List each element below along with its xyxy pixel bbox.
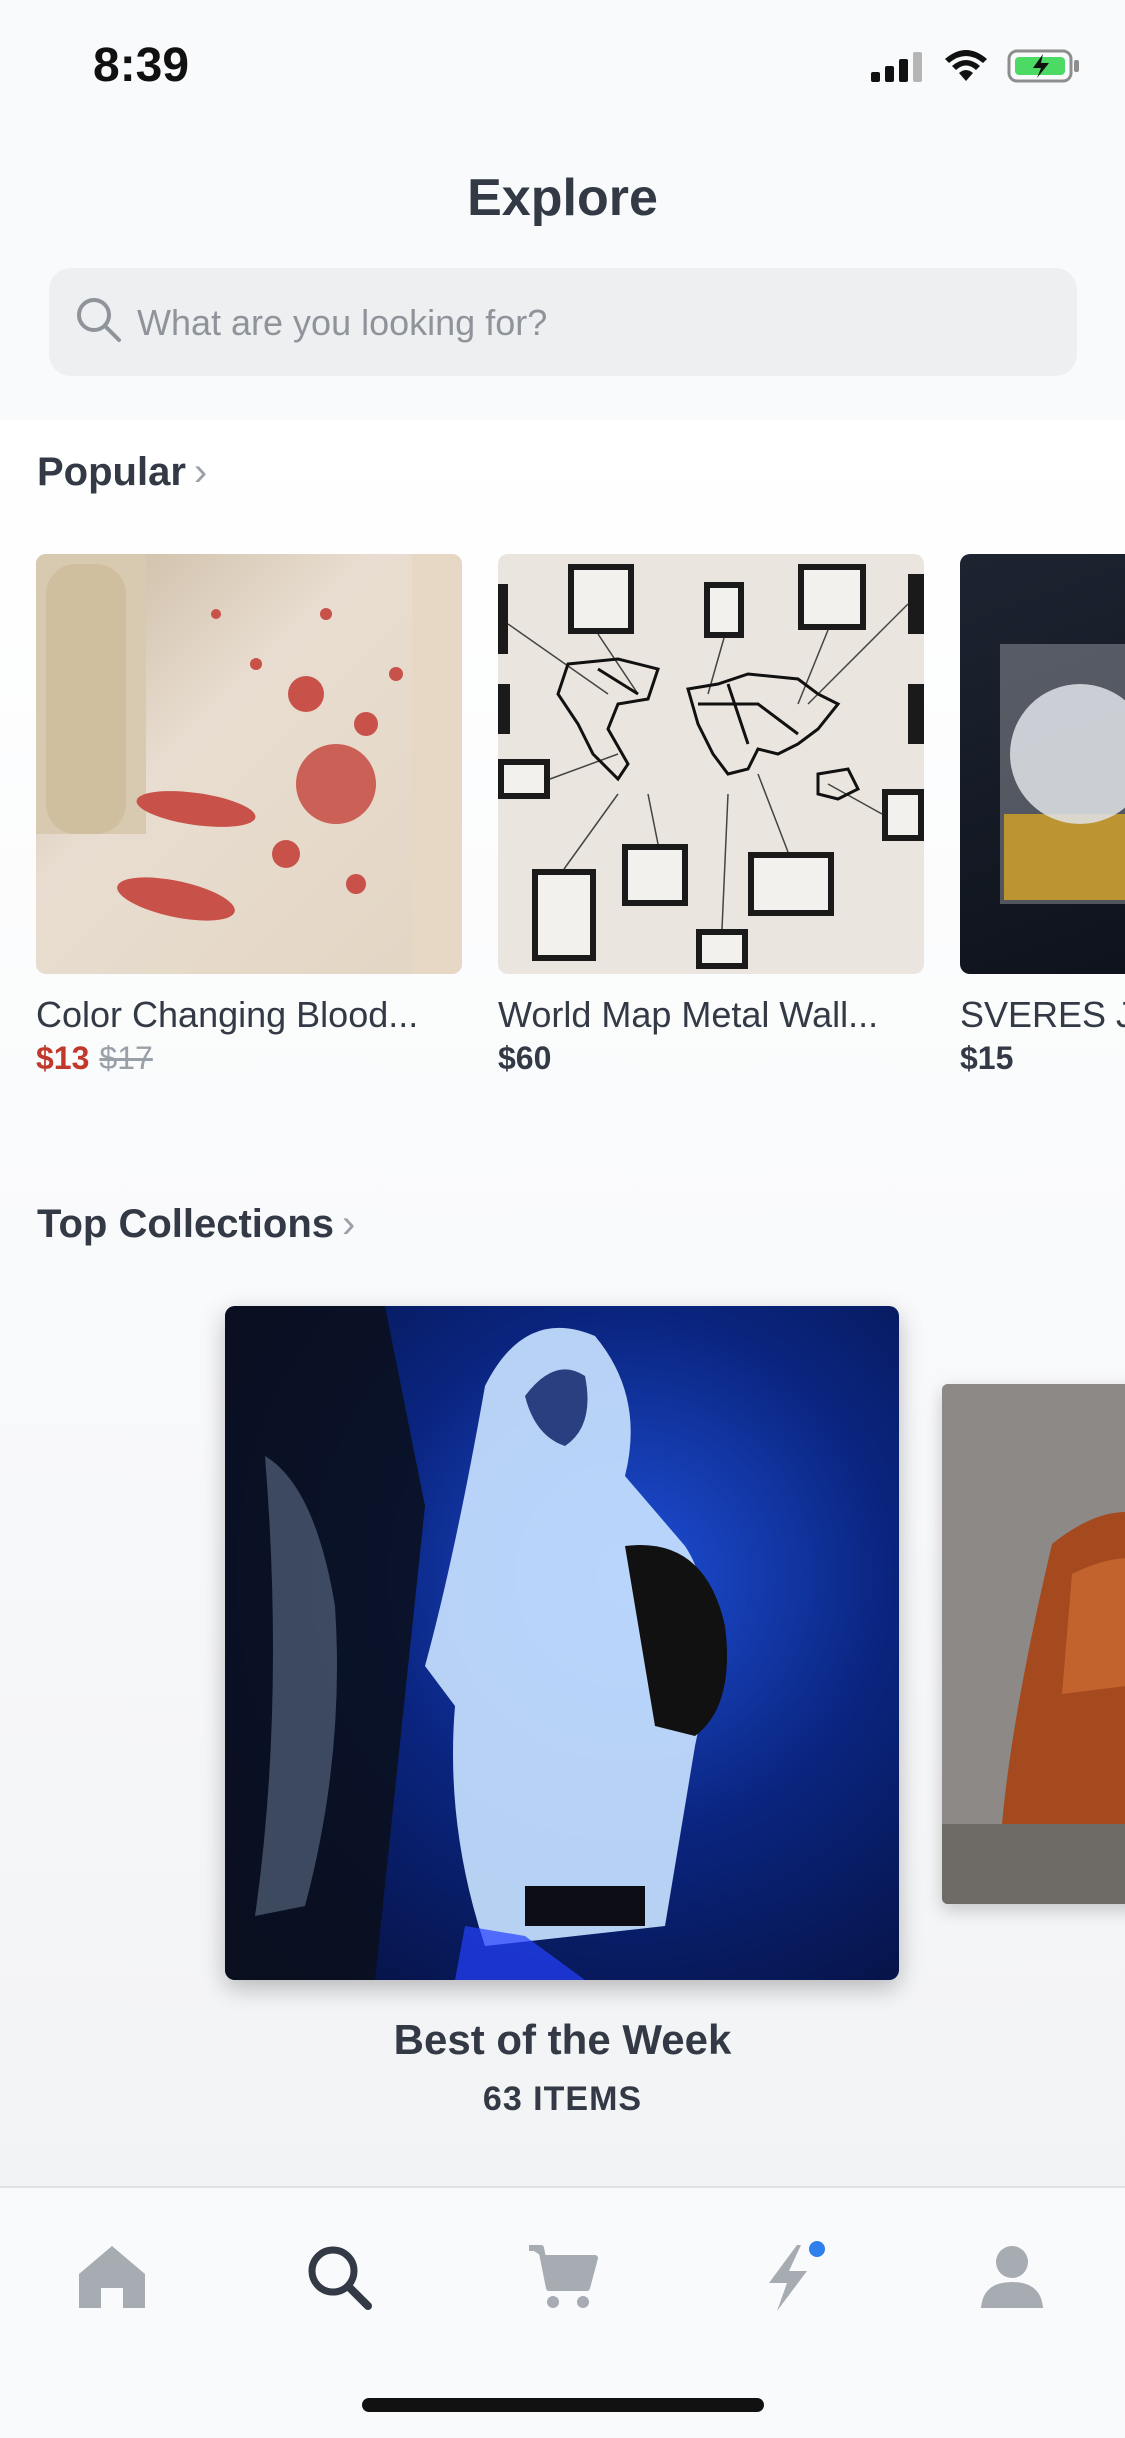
tab-search[interactable] xyxy=(294,2232,384,2322)
product-card[interactable]: Color Changing Blood... $13 $17 xyxy=(36,554,462,1077)
header: Explore xyxy=(0,132,1125,420)
original-price: $17 xyxy=(99,1040,153,1076)
wifi-icon xyxy=(945,50,987,81)
search-input[interactable] xyxy=(135,288,1039,358)
status-icons xyxy=(871,48,1081,84)
collection-item-count: 63 ITEMS xyxy=(482,2080,643,2118)
product-price: $15 xyxy=(960,1040,1014,1076)
tab-home[interactable] xyxy=(67,2232,157,2322)
status-time: 8:39 xyxy=(93,39,190,92)
signal-icon xyxy=(871,52,922,82)
collection-image-best-of-week[interactable] xyxy=(225,1306,899,1980)
product-name: Color Changing Blood... xyxy=(36,994,419,1035)
sale-price: $13 xyxy=(36,1040,90,1076)
home-indicator[interactable] xyxy=(362,2398,764,2412)
lightning-icon xyxy=(769,2241,825,2311)
home-icon xyxy=(79,2246,145,2308)
product-image-blood-bath-mat xyxy=(36,554,462,974)
search-icon xyxy=(77,298,121,342)
explore-content[interactable]: Popular › Color Changing Blood... $13 $1… xyxy=(0,420,1125,2186)
popular-title: Popular xyxy=(37,450,186,494)
product-card[interactable]: SVERES J $15 xyxy=(960,554,1125,1077)
collection-image-next[interactable] xyxy=(942,1384,1125,1904)
product-card[interactable]: World Map Metal Wall... $60 xyxy=(498,554,924,1077)
notification-dot xyxy=(809,2241,825,2257)
popular-section-header[interactable]: Popular › xyxy=(37,450,207,495)
battery-icon xyxy=(1007,49,1079,83)
product-image-whiskey-glass xyxy=(960,554,1125,974)
tab-activity[interactable] xyxy=(746,2232,836,2322)
product-image-world-map xyxy=(498,554,924,974)
chevron-right-icon: › xyxy=(193,450,208,494)
product-name: World Map Metal Wall... xyxy=(498,994,879,1035)
top-collections-title: Top Collections xyxy=(37,1202,335,1246)
cart-icon xyxy=(529,2245,598,2308)
status-bar: 8:39 xyxy=(0,0,1125,132)
tab-profile[interactable] xyxy=(967,2232,1057,2322)
product-name: SVERES J xyxy=(960,994,1125,1035)
profile-icon xyxy=(981,2246,1043,2308)
search-icon xyxy=(308,2246,372,2310)
search-bar[interactable] xyxy=(49,268,1077,376)
product-price: $13 $17 xyxy=(36,1040,462,1077)
chevron-right-icon: › xyxy=(342,1202,356,1246)
collection-title: Best of the Week xyxy=(393,2016,732,2063)
page-title: Explore xyxy=(467,169,658,227)
product-price: $60 xyxy=(498,1040,552,1076)
tab-cart[interactable] xyxy=(518,2232,608,2322)
top-collections-section-header[interactable]: Top Collections › xyxy=(37,1202,355,1247)
